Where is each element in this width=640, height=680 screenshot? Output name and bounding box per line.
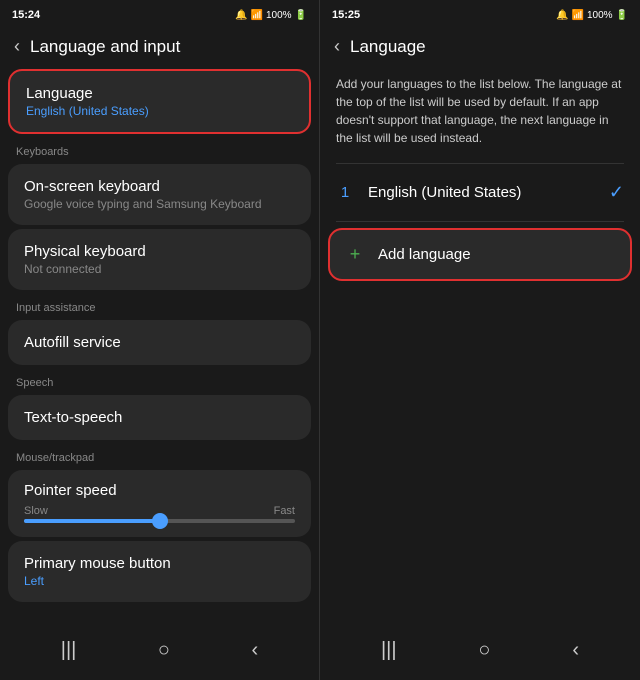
primary-mouse-subtitle: Left <box>24 574 295 588</box>
physical-keyboard-subtitle: Not connected <box>24 262 295 276</box>
header-left: ‹ Language and input <box>0 28 319 67</box>
language-description: Add your languages to the list below. Th… <box>320 67 640 159</box>
on-screen-keyboard-title: On-screen keyboard <box>24 178 295 195</box>
battery-label-right: 100% <box>587 10 613 21</box>
tts-item[interactable]: Text-to-speech <box>8 395 311 440</box>
primary-mouse-item[interactable]: Primary mouse button Left <box>8 541 311 602</box>
bottom-nav-right: ||| ○ ‹ <box>320 625 640 680</box>
back-button-left[interactable]: ‹ <box>14 36 20 57</box>
back-button-right[interactable]: ‹ <box>334 36 340 57</box>
header-right: ‹ Language <box>320 28 640 67</box>
page-title-right: Language <box>350 37 426 57</box>
add-language-item[interactable]: + Add language <box>328 228 632 281</box>
add-language-label: Add language <box>378 246 471 263</box>
status-icons-right: 🔔 📶 100% 🔋 <box>556 10 628 21</box>
autofill-title: Autofill service <box>24 334 295 351</box>
home-button-right[interactable]: ○ <box>462 635 506 666</box>
language-name: English (United States) <box>368 184 595 201</box>
battery-label-left: 100% <box>266 10 292 21</box>
keyboards-section-label: Keyboards <box>0 136 319 162</box>
input-section-label: Input assistance <box>0 292 319 318</box>
english-language-item[interactable]: 1 English (United States) ✓ <box>320 168 640 217</box>
tts-title: Text-to-speech <box>24 409 295 426</box>
autofill-item[interactable]: Autofill service <box>8 320 311 365</box>
back-nav-button-right[interactable]: ‹ <box>556 635 595 666</box>
pointer-speed-item: Pointer speed Slow Fast <box>8 470 311 537</box>
physical-keyboard-title: Physical keyboard <box>24 243 295 260</box>
speech-section-label: Speech <box>0 367 319 393</box>
battery-icon-left: 🔋 <box>295 10 307 21</box>
notification-icon-left: 🔔 <box>235 10 247 21</box>
status-bar-right: 15:25 🔔 📶 100% 🔋 <box>320 0 640 28</box>
add-plus-icon: + <box>346 244 364 265</box>
time-right: 15:25 <box>332 9 360 21</box>
on-screen-keyboard-item[interactable]: On-screen keyboard Google voice typing a… <box>8 164 311 225</box>
signal-icon-left: 📶 <box>251 10 263 21</box>
language-number: 1 <box>336 184 354 201</box>
status-bar-left: 15:24 🔔 📶 100% 🔋 <box>0 0 319 28</box>
notification-icon-right: 🔔 <box>556 10 568 21</box>
slider-thumb[interactable] <box>152 513 168 529</box>
signal-icon-right: 📶 <box>572 10 584 21</box>
on-screen-keyboard-subtitle: Google voice typing and Samsung Keyboard <box>24 197 295 211</box>
language-menu-item[interactable]: Language English (United States) <box>8 69 311 134</box>
status-icons-left: 🔔 📶 100% 🔋 <box>235 10 307 21</box>
mouse-section-label: Mouse/trackpad <box>0 442 319 468</box>
recents-button-left[interactable]: ||| <box>45 635 93 666</box>
bottom-nav-left: ||| ○ ‹ <box>0 625 319 680</box>
home-button-left[interactable]: ○ <box>142 635 186 666</box>
back-nav-button-left[interactable]: ‹ <box>236 635 275 666</box>
language-title: Language <box>26 85 293 102</box>
divider-top <box>336 163 624 164</box>
slider-track[interactable] <box>24 519 295 523</box>
time-left: 15:24 <box>12 9 40 21</box>
language-subtitle: English (United States) <box>26 104 293 118</box>
divider-bottom <box>336 221 624 222</box>
battery-icon-right: 🔋 <box>616 10 628 21</box>
page-title-left: Language and input <box>30 37 180 57</box>
slider-fill <box>24 519 165 523</box>
physical-keyboard-item[interactable]: Physical keyboard Not connected <box>8 229 311 290</box>
slider-fast-label: Fast <box>274 505 295 517</box>
primary-mouse-title: Primary mouse button <box>24 555 295 572</box>
left-panel: 15:24 🔔 📶 100% 🔋 ‹ Language and input La… <box>0 0 320 680</box>
pointer-speed-title: Pointer speed <box>24 482 295 499</box>
recents-button-right[interactable]: ||| <box>365 635 413 666</box>
language-check-icon: ✓ <box>609 182 624 203</box>
slider-slow-label: Slow <box>24 505 48 517</box>
right-panel: 15:25 🔔 📶 100% 🔋 ‹ Language Add your lan… <box>320 0 640 680</box>
